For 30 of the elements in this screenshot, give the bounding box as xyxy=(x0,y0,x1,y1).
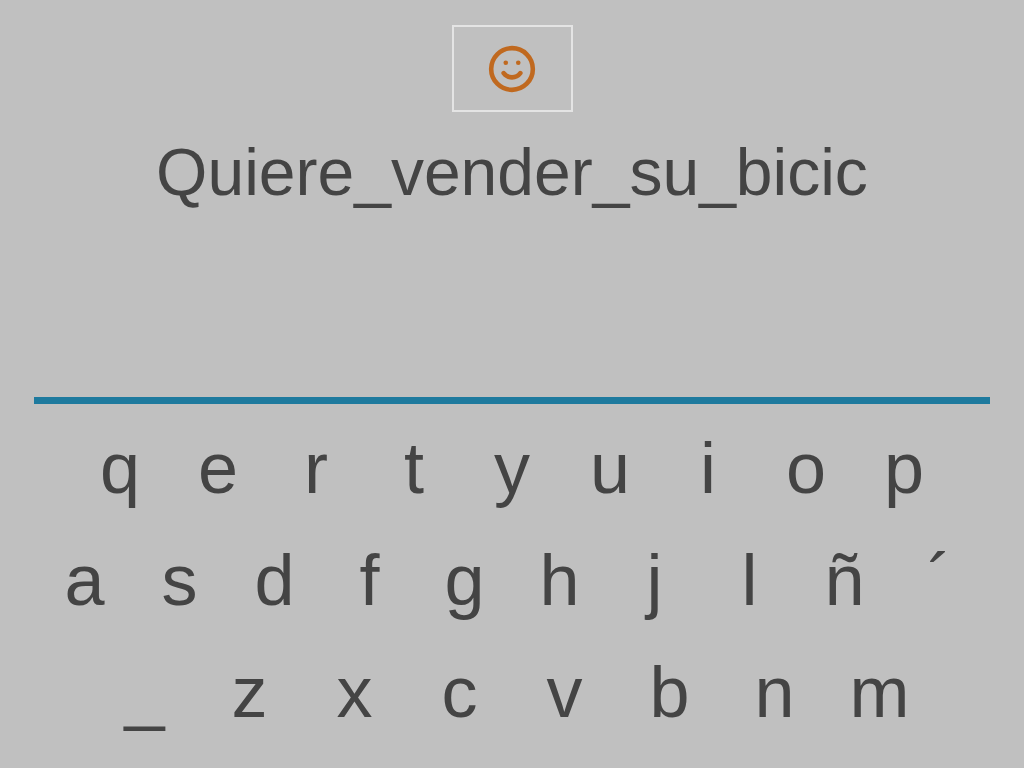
key-button[interactable]: ñ xyxy=(797,530,892,630)
key-button[interactable]: f xyxy=(322,530,417,630)
key-button[interactable]: g xyxy=(417,530,512,630)
key-button[interactable]: l xyxy=(702,530,797,630)
key-button[interactable]: p xyxy=(855,418,953,518)
key-button[interactable]: r xyxy=(267,418,365,518)
key-button[interactable]: u xyxy=(561,418,659,518)
key-button[interactable]: a xyxy=(37,530,132,630)
key-button[interactable]: z xyxy=(197,642,302,742)
key-button[interactable]: j xyxy=(607,530,702,630)
key-button[interactable]: h xyxy=(512,530,607,630)
smiley-button[interactable] xyxy=(451,25,573,112)
key-button[interactable]: o xyxy=(757,418,855,518)
key-button[interactable]: _ xyxy=(92,642,197,742)
key-button[interactable]: q xyxy=(71,418,169,518)
key-button[interactable]: b xyxy=(617,642,722,742)
key-button[interactable]: t xyxy=(365,418,463,518)
word-text: Quiere_vender_su_bicic xyxy=(156,134,868,211)
smiley-icon xyxy=(487,43,537,94)
key-button[interactable]: x xyxy=(302,642,407,742)
key-button[interactable]: s xyxy=(132,530,227,630)
key-button[interactable]: e xyxy=(169,418,267,518)
key-button[interactable]: c xyxy=(407,642,512,742)
key-button[interactable]: ´ xyxy=(892,530,987,630)
key-button[interactable]: v xyxy=(512,642,617,742)
key-button[interactable]: n xyxy=(722,642,827,742)
key-button[interactable]: d xyxy=(227,530,322,630)
key-button[interactable]: y xyxy=(463,418,561,518)
key-button[interactable]: m xyxy=(827,642,932,742)
key-button[interactable]: i xyxy=(659,418,757,518)
